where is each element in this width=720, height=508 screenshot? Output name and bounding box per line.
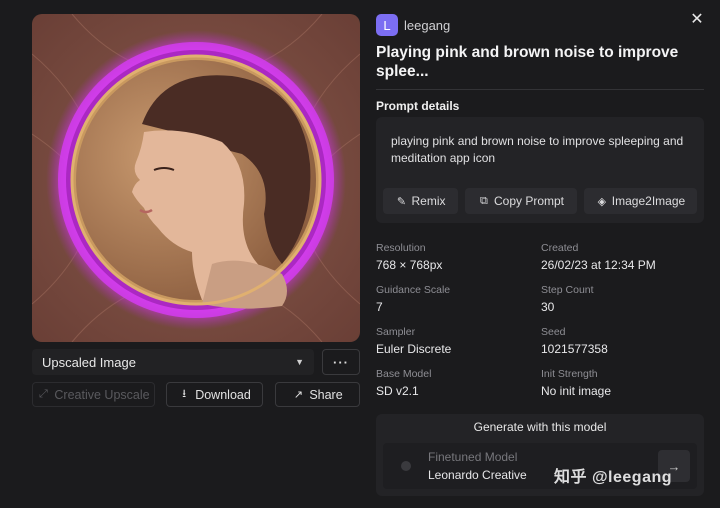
- copy-prompt-label: Copy Prompt: [493, 194, 565, 208]
- prompt-text: playing pink and brown noise to improve …: [391, 134, 684, 165]
- download-button[interactable]: ⭳ Download: [166, 382, 263, 407]
- image-version-select[interactable]: Upscaled Image ▼: [32, 349, 314, 375]
- expand-icon: ⤢: [39, 388, 48, 400]
- seed-value: 1021577358: [541, 342, 608, 356]
- divider: [376, 89, 704, 90]
- seed-label: Seed: [541, 326, 566, 338]
- sampler-label: Sampler: [376, 326, 416, 338]
- generated-image[interactable]: [32, 14, 360, 342]
- init-strength-label: Init Strength: [541, 368, 598, 380]
- author-info[interactable]: L leegang: [376, 14, 450, 36]
- created-label: Created: [541, 242, 579, 254]
- watermark: 知乎 @leegang: [554, 469, 673, 486]
- image-version-select-value: Upscaled Image: [42, 354, 136, 370]
- guidance-scale-value: 7: [376, 300, 383, 314]
- username[interactable]: leegang: [404, 18, 450, 33]
- base-model-label: Base Model: [376, 368, 432, 380]
- remix-button[interactable]: ✎ Remix: [383, 188, 458, 214]
- created-value: 26/02/23 at 12:34 PM: [541, 258, 656, 272]
- copy-icon: ⧉: [480, 194, 488, 207]
- sampler-value: Euler Discrete: [376, 342, 452, 356]
- share-icon: ↗: [293, 389, 303, 401]
- share-button[interactable]: ↗ Share: [275, 382, 360, 407]
- image-detail-modal: Upscaled Image ▼ ··· ⤢ Creative Upscale …: [0, 0, 720, 508]
- copy-prompt-button[interactable]: ⧉ Copy Prompt: [465, 188, 577, 214]
- resolution-label: Resolution: [376, 242, 426, 254]
- page-title: Playing pink and brown noise to improve …: [376, 44, 679, 80]
- step-count-value: 30: [541, 300, 555, 314]
- model-icon: [401, 461, 411, 471]
- download-icon: ⭳: [182, 388, 187, 400]
- more-options-button[interactable]: ···: [322, 349, 360, 375]
- image2image-label: Image2Image: [611, 194, 686, 208]
- more-icon: ···: [333, 354, 349, 370]
- avatar: L: [376, 14, 398, 36]
- image2image-button[interactable]: ◈ Image2Image: [584, 188, 697, 214]
- resolution-value: 768 × 768px: [376, 258, 443, 272]
- init-strength-value: No init image: [541, 384, 612, 398]
- prompt-details-heading: Prompt details: [376, 99, 460, 113]
- remix-icon: ✎: [396, 195, 407, 208]
- model-type: Finetuned Model: [428, 450, 518, 464]
- download-label: Download: [195, 387, 251, 402]
- prompt-box: playing pink and brown noise to improve …: [376, 117, 704, 223]
- creative-upscale-button[interactable]: ⤢ Creative Upscale: [32, 382, 155, 407]
- layers-icon: ◈: [597, 195, 607, 208]
- chevron-down-icon: ▼: [295, 357, 304, 367]
- share-label: Share: [309, 387, 343, 402]
- guidance-scale-label: Guidance Scale: [376, 284, 451, 296]
- base-model-value: SD v2.1: [376, 384, 419, 398]
- close-button[interactable]: ✕: [686, 8, 708, 30]
- close-icon: ✕: [690, 11, 704, 28]
- generate-with-model-title: Generate with this model: [473, 420, 607, 434]
- step-count-label: Step Count: [541, 284, 594, 296]
- remix-label: Remix: [411, 194, 446, 208]
- model-name: Leonardo Creative: [428, 468, 527, 482]
- creative-upscale-label: Creative Upscale: [54, 387, 150, 402]
